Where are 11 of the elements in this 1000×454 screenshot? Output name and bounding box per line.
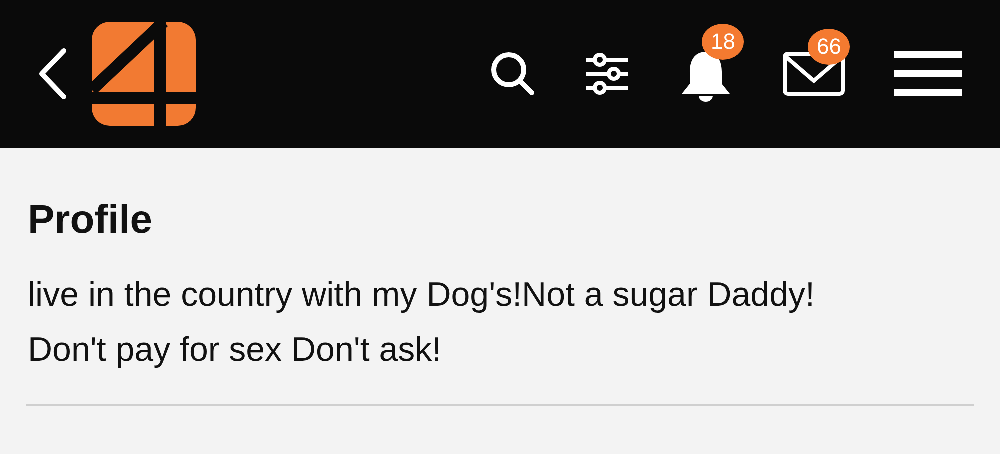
filter-icon[interactable] (584, 53, 630, 95)
search-icon[interactable] (490, 51, 536, 97)
profile-bio: live in the country with my Dog's!Not a sugar Daddy! Don't pay for sex Don't ask! (28, 275, 816, 371)
mail-button[interactable]: 66 (782, 29, 860, 97)
logo-icon[interactable] (92, 22, 196, 126)
menu-icon[interactable] (894, 51, 962, 97)
message-count: 66 (808, 29, 850, 65)
notification-count: 18 (702, 24, 744, 60)
bell-button[interactable]: 18 (678, 24, 748, 102)
section-title: Profile (28, 197, 154, 244)
back-icon[interactable] (38, 48, 68, 100)
